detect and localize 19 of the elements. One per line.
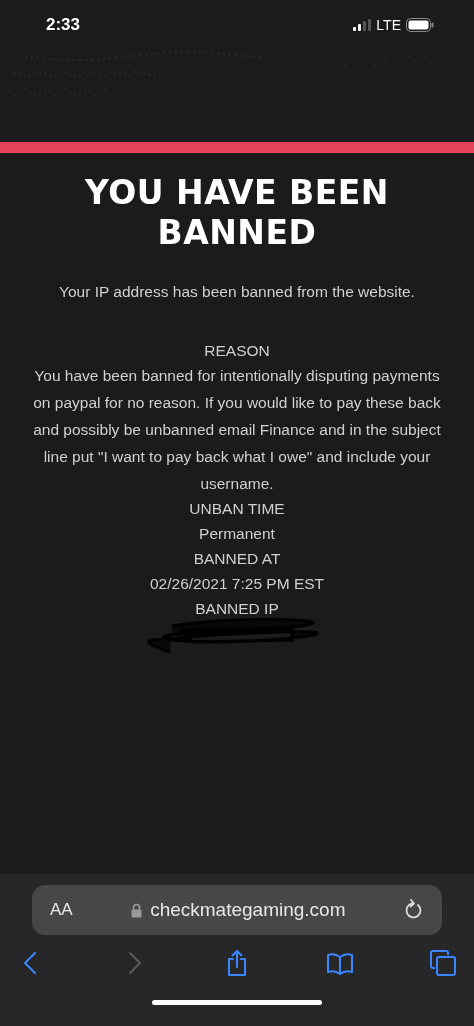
detail-label: BANNED AT bbox=[193, 549, 281, 569]
detail-label: UNBAN TIME bbox=[189, 499, 285, 519]
status-time: 2:33 bbox=[46, 15, 81, 35]
tabs-icon[interactable] bbox=[429, 949, 457, 977]
address-bar[interactable]: AA checkmategaming.com bbox=[32, 885, 442, 935]
signal-icon bbox=[353, 19, 372, 31]
battery-icon bbox=[406, 18, 434, 32]
url-text: checkmategaming.com bbox=[150, 899, 346, 921]
ban-message: Your IP address has been banned from the website. bbox=[59, 283, 415, 301]
network-label: LTE bbox=[376, 17, 401, 33]
detail-label: BANNED IP bbox=[195, 599, 279, 619]
detail-value: You have been banned for intentionally disputing payments on paypal for no reason. If you would like to pay these back and possibly be unbanned email Finance and in the subject line put "I want to pay back what I owe" and include your username. bbox=[32, 366, 442, 494]
detail-value: Permanent bbox=[198, 524, 276, 544]
ban-title: YOU HAVE BEEN BANNED bbox=[84, 173, 390, 253]
detail-value: 02/26/2021 7:25 PM EST bbox=[148, 574, 326, 594]
text-size-button[interactable]: AA bbox=[50, 900, 73, 920]
reload-icon[interactable] bbox=[404, 899, 424, 921]
lock-icon bbox=[131, 902, 143, 918]
detail-label: REASON bbox=[204, 341, 270, 361]
